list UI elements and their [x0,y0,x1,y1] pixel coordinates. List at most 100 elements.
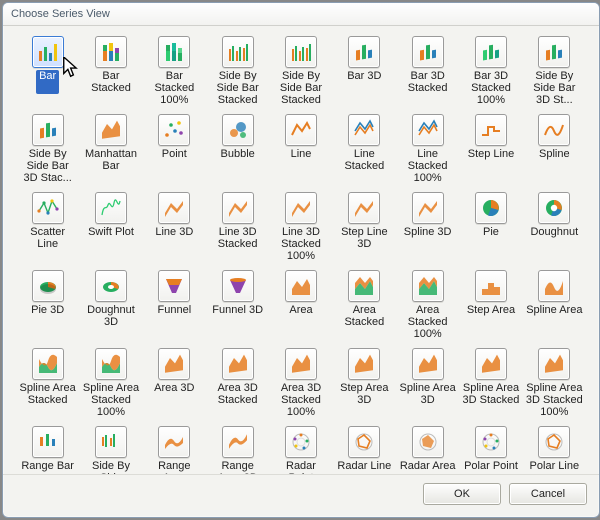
series-view-item-label: Bar [36,70,59,94]
spline-area-stk-icon [32,348,64,380]
series-view-item-label: Funnel 3D [212,304,263,328]
bar-icon [32,36,64,68]
series-view-item-line-3d[interactable]: Line 3D [146,192,203,262]
series-view-item-step-line[interactable]: Step Line [462,114,519,184]
series-view-item-area-3d-stacked[interactable]: Area 3D Stacked [209,348,266,418]
series-view-item-range-area-3d[interactable]: Range Area 3D [209,426,266,474]
series-view-item-polar-line[interactable]: Polar Line [526,426,583,474]
series-view-item-label: Side By Side Bar 3D Stac... [19,148,76,184]
series-view-item-radar-point[interactable]: Radar Point [272,426,329,474]
series-view-item-line-3d-st-100[interactable]: Line 3D Stacked 100% [272,192,329,262]
series-view-item-radar-line[interactable]: Radar Line [336,426,393,474]
series-view-item-area[interactable]: Area [272,270,329,340]
scatter-line-icon [32,192,64,224]
series-view-item-polar-point[interactable]: Polar Point [462,426,519,474]
spline-area-3d-100-icon [538,348,570,380]
series-view-item-bar-stacked[interactable]: Bar Stacked [82,36,139,106]
series-view-item-line-stacked[interactable]: Line Stacked [336,114,393,184]
series-view-item-pie-3d[interactable]: Pie 3D [19,270,76,340]
line-stacked-icon [348,114,380,146]
series-view-item-funnel[interactable]: Funnel [146,270,203,340]
series-view-item-bar[interactable]: Bar [19,36,76,106]
ok-button[interactable]: OK [423,483,501,505]
series-view-item-label: Side By Side Bar Stacked [209,70,266,106]
series-view-item-bar-3d-stacked[interactable]: Bar 3D Stacked [399,36,456,106]
series-view-item-step-area[interactable]: Step Area [462,270,519,340]
series-view-item-range-area[interactable]: Range Area [146,426,203,474]
spline-area-stk-100-icon [95,348,127,380]
series-view-item-sbs-bar-3d-stac[interactable]: Side By Side Bar 3D Stac... [19,114,76,184]
series-view-item-spline-area-3d[interactable]: Spline Area 3D [399,348,456,418]
series-view-item-spline-3d[interactable]: Spline 3D [399,192,456,262]
series-view-item-spline-area-3d-100[interactable]: Spline Area 3D Stacked 100% [526,348,583,418]
radar-area-icon [412,426,444,458]
series-view-item-line-stacked-100[interactable]: Line Stacked 100% [399,114,456,184]
series-view-item-spline[interactable]: Spline [526,114,583,184]
range-bar-icon [32,426,64,458]
step-line-icon [475,114,507,146]
series-view-item-point[interactable]: Point [146,114,203,184]
series-view-item-step-line-3d[interactable]: Step Line 3D [336,192,393,262]
series-view-item-range-bar[interactable]: Range Bar [19,426,76,474]
area-3d-stk-100-icon [285,348,317,380]
bar-3d-icon [348,36,380,68]
series-view-item-sbs-bar-stacked-100[interactable]: Side By Side Bar Stacked [272,36,329,106]
series-view-item-line-3d-stacked[interactable]: Line 3D Stacked [209,192,266,262]
series-view-item-bar-3d[interactable]: Bar 3D [336,36,393,106]
series-view-item-scatter-line[interactable]: Scatter Line [19,192,76,262]
series-view-item-label: Polar Point [464,460,518,474]
series-view-item-label: Radar Line [337,460,391,474]
spline-area-icon [538,270,570,302]
series-view-item-label: Area 3D [154,382,194,406]
series-view-item-spline-area[interactable]: Spline Area [526,270,583,340]
series-view-item-label: Manhattan Bar [82,148,139,172]
series-view-item-label: Pie [483,226,499,250]
series-view-item-label: Line [291,148,312,172]
series-view-item-label: Range Area [146,460,203,474]
area-3d-icon [158,348,190,380]
series-view-item-sbs-bar-stacked[interactable]: Side By Side Bar Stacked [209,36,266,106]
polar-line-icon [538,426,570,458]
series-view-item-area-stacked-100[interactable]: Area Stacked 100% [399,270,456,340]
radar-point-icon [285,426,317,458]
series-view-item-funnel-3d[interactable]: Funnel 3D [209,270,266,340]
series-view-item-manhattan-bar[interactable]: Manhattan Bar [82,114,139,184]
series-view-item-line[interactable]: Line [272,114,329,184]
series-view-item-label: Bubble [221,148,255,172]
series-view-item-step-area-3d[interactable]: Step Area 3D [336,348,393,418]
sbs-bar-3d-stac-icon [32,114,64,146]
series-view-item-area-3d-stk-100[interactable]: Area 3D Stacked 100% [272,348,329,418]
sbs-bar-stacked-icon [222,36,254,68]
series-view-item-label: Side By Side Bar Stacked [272,70,329,106]
radar-line-icon [348,426,380,458]
series-view-item-area-stacked[interactable]: Area Stacked [336,270,393,340]
series-view-item-label: Step Area 3D [336,382,393,406]
sbs-bar-3d-st-icon [538,36,570,68]
line-3d-icon [158,192,190,224]
series-view-item-label: Doughnut [530,226,578,250]
series-view-item-doughnut[interactable]: Doughnut [526,192,583,262]
series-view-item-radar-area[interactable]: Radar Area [399,426,456,474]
series-view-item-swift-plot[interactable]: Swift Plot [82,192,139,262]
series-view-item-label: Swift Plot [88,226,134,250]
series-view-item-pie[interactable]: Pie [462,192,519,262]
series-view-item-label: Step Line [468,148,514,172]
bubble-icon [222,114,254,146]
dialog-choose-series-view: Choose Series View BarBar StackedBar Sta… [2,2,600,518]
series-view-item-bar-stacked-100[interactable]: Bar Stacked 100% [146,36,203,106]
series-view-item-label: Line 3D Stacked 100% [272,226,329,262]
series-view-item-spline-area-3d-stk[interactable]: Spline Area 3D Stacked [462,348,519,418]
series-view-item-area-3d[interactable]: Area 3D [146,348,203,418]
series-view-item-label: Point [162,148,187,172]
line-3d-st-100-icon [285,192,317,224]
series-view-item-spline-area-stk-100[interactable]: Spline Area Stacked 100% [82,348,139,418]
series-view-item-bubble[interactable]: Bubble [209,114,266,184]
series-view-item-sbs-bar-3d-st[interactable]: Side By Side Bar 3D St... [526,36,583,106]
series-view-item-bar-3d-stacked-100[interactable]: Bar 3D Stacked 100% [462,36,519,106]
series-view-item-label: Spline [539,148,570,172]
series-view-item-spline-area-stk[interactable]: Spline Area Stacked [19,348,76,418]
series-view-item-sbs-range-bar[interactable]: Side By Side Range Bar [82,426,139,474]
funnel-icon [158,270,190,302]
cancel-button[interactable]: Cancel [509,483,587,505]
series-view-item-doughnut-3d[interactable]: Doughnut 3D [82,270,139,340]
